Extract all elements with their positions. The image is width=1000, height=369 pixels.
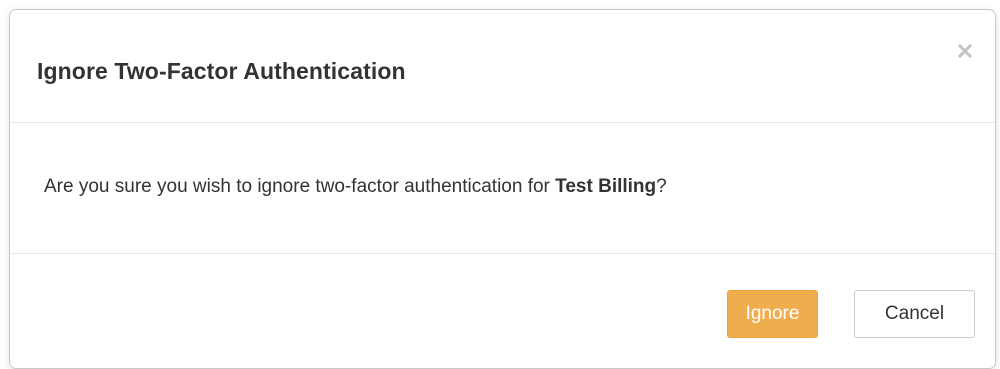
close-button[interactable] [953, 40, 977, 64]
dialog-footer: Ignore Cancel [10, 254, 995, 368]
dialog-header: Ignore Two-Factor Authentication [10, 10, 995, 123]
message-prefix: Are you sure you wish to ignore two-fact… [44, 176, 556, 197]
ignore-button[interactable]: Ignore [727, 290, 818, 338]
close-icon [957, 43, 973, 61]
dialog-title: Ignore Two-Factor Authentication [37, 58, 406, 84]
ignore-2fa-dialog: Ignore Two-Factor Authentication Are you… [9, 9, 996, 369]
cancel-button[interactable]: Cancel [854, 290, 975, 338]
message-suffix: ? [656, 176, 667, 197]
confirmation-message: Are you sure you wish to ignore two-fact… [44, 175, 667, 199]
account-name: Test Billing [555, 176, 657, 197]
dialog-body: Are you sure you wish to ignore two-fact… [10, 123, 995, 254]
